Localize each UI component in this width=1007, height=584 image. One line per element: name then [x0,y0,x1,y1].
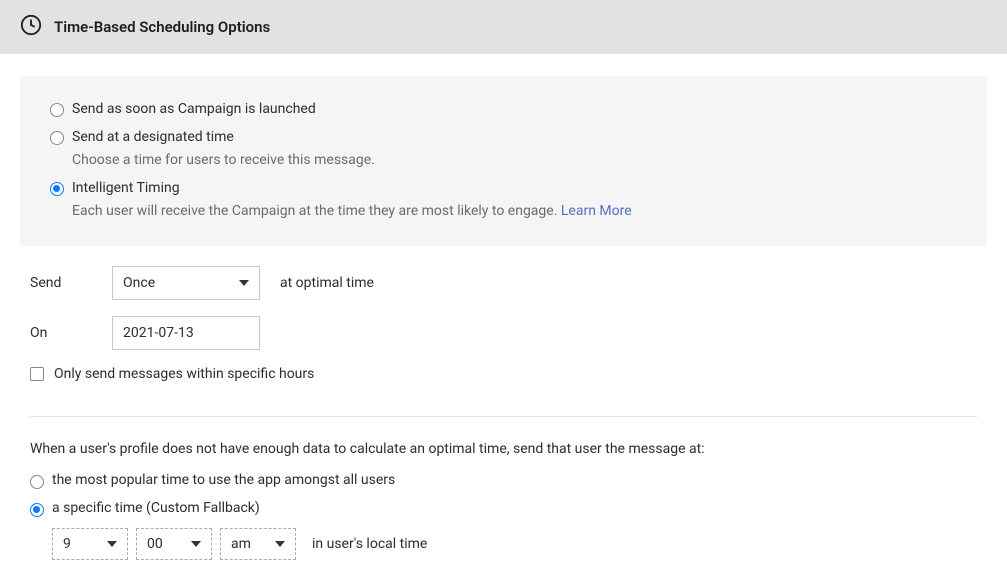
on-label: On [30,325,112,341]
radio-custom-fallback[interactable] [30,503,44,517]
send-label: Send [30,275,112,291]
radio-label-intelligent: Intelligent Timing [72,179,632,199]
learn-more-link[interactable]: Learn More [561,203,632,219]
chevron-down-icon [107,541,117,547]
clock-icon [20,14,42,40]
send-frequency-value: Once [123,275,155,291]
schedule-type-group: Send as soon as Campaign is launched Sen… [20,76,987,246]
chevron-down-icon [275,541,285,547]
section-title: Time-Based Scheduling Options [54,18,270,36]
chevron-down-icon [191,541,201,547]
radio-label-immediately: Send as soon as Campaign is launched [72,100,316,120]
radio-send-immediately[interactable] [50,103,64,117]
fallback-ampm-value: am [231,536,251,552]
radio-popular-time[interactable] [30,475,44,489]
radio-label-popular: the most popular time to use the app amo… [52,471,395,491]
fallback-minute-value: 00 [147,536,163,552]
chevron-down-icon [239,280,249,286]
fallback-ampm-select[interactable]: am [220,528,296,560]
specific-hours-checkbox[interactable] [30,367,44,381]
fallback-hour-value: 9 [63,536,71,552]
radio-label-designated: Send at a designated time [72,128,375,148]
fallback-time-suffix: in user's local time [312,536,427,552]
fallback-prompt: When a user's profile does not have enou… [30,441,977,457]
fallback-minute-select[interactable]: 00 [136,528,212,560]
fallback-hour-select[interactable]: 9 [52,528,128,560]
on-date-input[interactable]: 2021-07-13 [112,316,260,350]
on-date-value: 2021-07-13 [123,325,194,341]
radio-helper-intelligent: Each user will receive the Campaign at t… [72,202,632,222]
send-frequency-select[interactable]: Once [112,266,260,300]
send-suffix: at optimal time [280,275,374,291]
radio-designated-time[interactable] [50,131,64,145]
radio-label-custom: a specific time (Custom Fallback) [52,499,260,519]
radio-helper-designated: Choose a time for users to receive this … [72,151,375,171]
section-header: Time-Based Scheduling Options [0,0,1007,54]
radio-intelligent-timing[interactable] [50,182,64,196]
specific-hours-label: Only send messages within specific hours [54,366,314,382]
